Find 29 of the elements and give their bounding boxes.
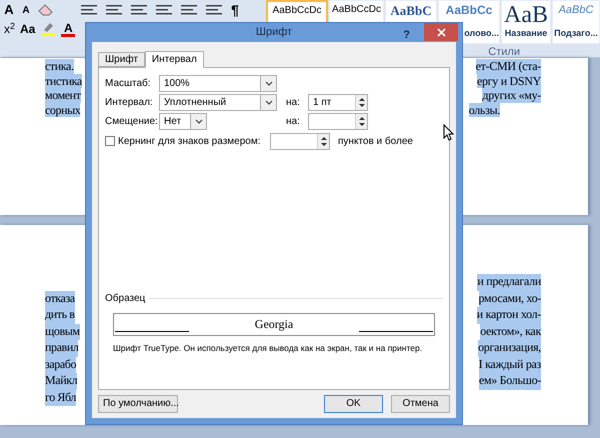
style-gallery-item[interactable]: AaB Название [501,0,551,44]
group-label: Стили [488,44,520,60]
spinner-field[interactable]: 1 пт [308,94,368,111]
dropdown-field[interactable]: Уплотненный [159,94,277,111]
change-case-button[interactable]: Aa [18,20,38,38]
tab[interactable]: Интервал [144,51,204,68]
section-label: Образец [105,292,146,306]
shrink-font-button[interactable]: A [19,1,33,19]
pilcrow-button[interactable]: ¶ [228,1,242,19]
field-label: Масштаб: [105,77,152,91]
font-color-button[interactable]: A [59,20,78,38]
field-label: Интервал: [105,96,154,110]
field-label: на: [286,96,301,110]
field-label: Смещение: [105,115,159,129]
set-default-button[interactable]: По умолчанию... [98,395,178,413]
field-label: на: [286,115,301,129]
tab[interactable]: Шрифт [98,52,145,67]
font-description: Шрифт TrueType. Он используется для вывода как на экран, так и на принтер. [113,342,424,355]
superscript-button[interactable]: x$^{2}$ [2,20,18,38]
field-label: пунктов и более [338,134,413,148]
cancel-button[interactable]: Отмена [391,395,450,413]
ok-button[interactable]: OK [324,395,383,413]
grow-font-button[interactable]: A [2,1,16,19]
dropdown-field[interactable]: Нет [159,113,207,130]
dropdown-field[interactable]: 100% [159,75,277,92]
help-button[interactable]: ? [403,27,410,44]
checkbox-label: Кернинг для знаков размером: [118,134,262,148]
style-gallery-item[interactable]: AaBbC Подзаго... [552,0,600,44]
sample-text: Georgia [254,317,294,332]
